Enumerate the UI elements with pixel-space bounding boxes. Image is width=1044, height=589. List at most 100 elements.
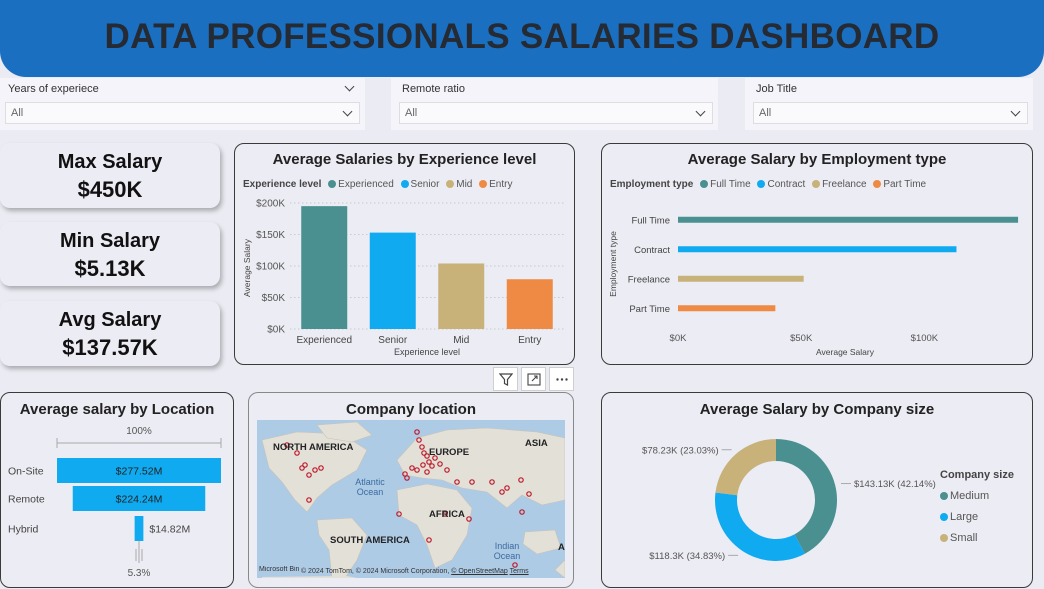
map-location-point <box>526 491 532 497</box>
company-size-card[interactable]: Average Salary by Company size $143.13K … <box>601 392 1033 588</box>
map-location-point <box>306 472 312 478</box>
kpi-max-salary: Max Salary $450K <box>0 143 220 208</box>
x-tick-label: $100K <box>911 333 939 344</box>
bar <box>678 305 776 312</box>
funnel-value-label: $277.52M <box>116 466 163 478</box>
filter-icon[interactable] <box>493 367 518 391</box>
funnel-category-label: Remote <box>8 494 45 506</box>
funnel-value-label: $14.82M <box>149 524 190 536</box>
chevron-down-icon[interactable] <box>695 106 706 117</box>
legend-item[interactable]: Large <box>940 507 1018 528</box>
slicer-remote-ratio[interactable]: Remote ratio All <box>391 78 718 130</box>
focus-mode-icon[interactable] <box>521 367 546 391</box>
legend-item[interactable]: Medium <box>940 486 1018 507</box>
y-tick-label: Full Time <box>631 215 670 226</box>
map-location-point <box>426 459 432 465</box>
y-tick-label: Freelance <box>628 274 670 285</box>
chevron-down-icon[interactable] <box>344 81 355 92</box>
x-tick-label: $0K <box>670 333 688 344</box>
x-tick-label: $50K <box>790 333 813 344</box>
map-location-point <box>416 437 422 443</box>
slicer-dropdown[interactable]: All <box>399 102 713 124</box>
bar <box>678 275 804 282</box>
map-label: AFRICA <box>429 509 465 520</box>
slicer-dropdown[interactable]: All <box>5 102 360 124</box>
map-location-point <box>499 489 505 495</box>
map-label: SOUTH AMERICA <box>330 535 410 546</box>
openstreetmap-link[interactable]: © OpenStreetMap <box>451 568 508 575</box>
map-location-point <box>424 469 430 475</box>
location-funnel-chart[interactable]: 100% On-Site $277.52M Remote $224.24M Hybrid $… <box>0 392 234 588</box>
map-location-point <box>312 467 318 473</box>
y-axis-label: Employment type <box>608 231 618 297</box>
funnel-bottom-percent: 5.3% <box>128 568 151 579</box>
x-tick-label: Experienced <box>296 335 352 346</box>
map-label: NORTH AMERICA <box>273 442 354 453</box>
y-tick-label: $100K <box>256 262 285 273</box>
chevron-down-icon[interactable] <box>342 106 353 117</box>
map-location-point <box>414 467 420 473</box>
kpi-avg-salary: Avg Salary $137.57K <box>0 301 220 366</box>
chevron-down-icon[interactable] <box>1010 106 1021 117</box>
bar <box>369 232 416 329</box>
legend-item[interactable]: Small <box>940 528 1018 549</box>
map-location-point <box>426 537 432 543</box>
employment-salary-card[interactable]: Average Salary by Employment type Employ… <box>601 143 1033 365</box>
map-location-point <box>409 465 415 471</box>
kpi-title: Max Salary <box>57 151 163 173</box>
location-salary-card[interactable]: Average salary by Location 100% On-Site $2… <box>0 392 234 588</box>
map-location-point <box>466 516 472 522</box>
map-location-point <box>518 477 524 483</box>
terms-link[interactable]: Terms <box>510 568 529 575</box>
map-location-point <box>396 511 402 517</box>
y-tick-label: $50K <box>262 293 286 304</box>
slicer-value: All <box>405 107 418 119</box>
employment-bar-chart[interactable]: Full Time Contract Freelance Part Time $0K $5… <box>601 143 1033 365</box>
map-location-point <box>454 479 460 485</box>
visual-toolbar <box>493 367 574 391</box>
map-location-point <box>306 497 312 503</box>
company-location-map[interactable]: NORTH AMERICA EUROPE ASIA AFRICA SOUTH A… <box>257 420 565 578</box>
map-attribution-text: © 2024 TomTom, © 2024 Microsoft Corporat… <box>300 568 450 575</box>
x-axis-label: Experience level <box>394 347 460 357</box>
donut-data-label: $118.3K (34.83%) <box>649 551 725 562</box>
experience-bar-chart[interactable]: $0K $50K $100K $150K $200K Experienced Senior M… <box>234 143 575 365</box>
map-location-point <box>419 444 425 450</box>
experience-salary-card[interactable]: Average Salaries by Experience level Exp… <box>234 143 575 365</box>
slicer-label: Remote ratio <box>402 83 465 95</box>
donut-slice <box>715 492 805 561</box>
slicer-years-of-experience[interactable]: Years of experiece All <box>0 78 365 130</box>
slicer-value: All <box>11 107 24 119</box>
map-location-point <box>429 463 435 469</box>
donut-slice <box>776 439 837 554</box>
map-location-point <box>437 461 443 467</box>
map-location-point <box>318 465 324 471</box>
x-axis-label: Average Salary <box>816 347 875 357</box>
y-tick-label: $200K <box>256 199 285 210</box>
map-location-point <box>404 475 410 481</box>
map-location-point <box>519 509 525 515</box>
bar <box>301 206 348 329</box>
slicer-dropdown[interactable]: All <box>753 102 1028 124</box>
more-options-icon[interactable] <box>549 367 574 391</box>
kpi-title: Min Salary <box>59 230 161 252</box>
bar <box>506 279 553 329</box>
kpi-min-salary: Min Salary $5.13K <box>0 222 220 286</box>
y-tick-label: Part Time <box>629 304 670 315</box>
kpi-title: Avg Salary <box>58 309 162 331</box>
slicer-value: All <box>759 107 772 119</box>
y-tick-label: $150K <box>256 230 285 241</box>
funnel-top-percent: 100% <box>126 426 152 437</box>
bar <box>678 216 1019 223</box>
map-location-point <box>469 479 475 485</box>
donut-slice <box>715 439 776 496</box>
slicer-label: Years of experiece <box>8 83 99 95</box>
map-label: Indian Ocean <box>493 541 521 561</box>
map-attribution: Microsoft Bing © 2024 TomTom, © 2024 Mic… <box>259 566 529 575</box>
map-location-point <box>299 465 305 471</box>
funnel-category-label: On-Site <box>8 466 44 478</box>
donut-data-label: $78.23K (23.03%) <box>642 445 719 456</box>
map-location-point <box>504 485 510 491</box>
map-location-point <box>444 467 450 473</box>
slicer-job-title[interactable]: Job Title All <box>745 78 1033 130</box>
